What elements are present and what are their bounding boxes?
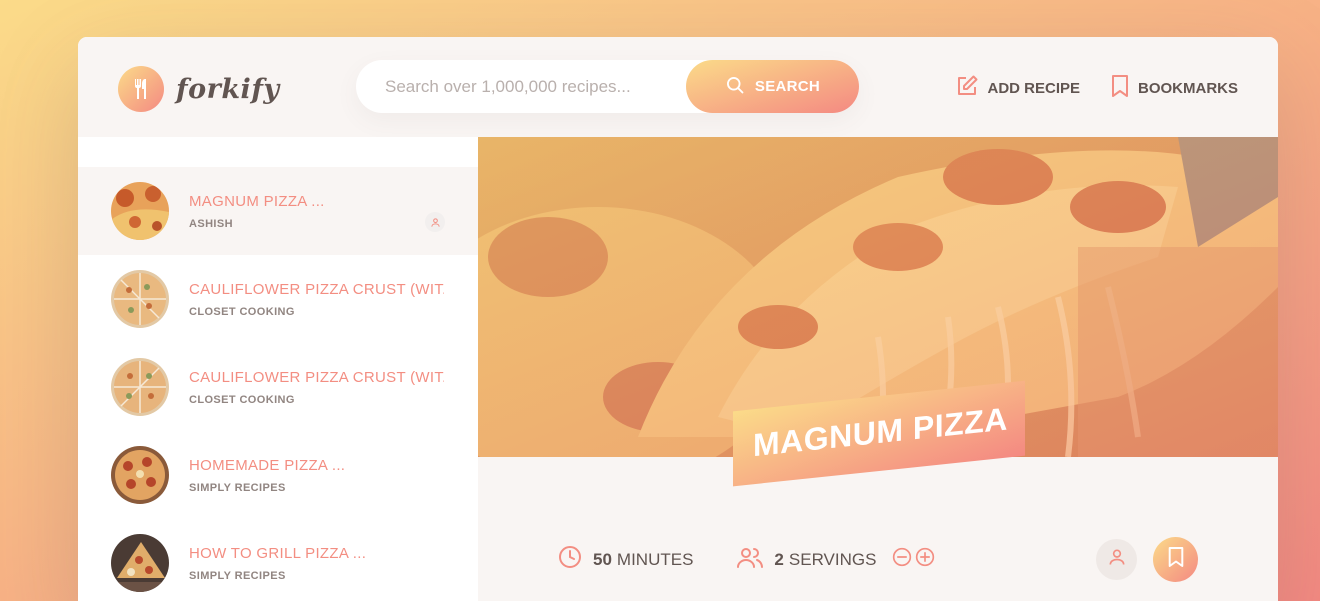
result-publisher: SIMPLY RECIPES — [189, 569, 286, 582]
result-publisher: CLOSET COOKING — [189, 393, 295, 406]
recipe-info-minutes: 50 MINUTES — [558, 545, 693, 574]
logo[interactable]: forkify — [118, 66, 280, 112]
recipe-details: 50 MINUTES 2 SERVINGS — [558, 537, 1198, 582]
recipe-thumbnail — [111, 534, 169, 592]
edit-icon — [955, 74, 979, 102]
app-container: forkify SEARCH ADD RECIPE — [78, 37, 1278, 601]
bookmarks-label: BOOKMARKS — [1138, 79, 1238, 97]
result-publisher: SIMPLY RECIPES — [189, 481, 286, 494]
plus-circle-icon[interactable] — [915, 547, 935, 572]
result-publisher: CLOSET COOKING — [189, 305, 295, 318]
minus-circle-icon[interactable] — [892, 547, 912, 572]
search-button-label: SEARCH — [754, 78, 821, 95]
result-publisher: ASHISH — [189, 217, 233, 230]
logo-text: forkify — [176, 73, 280, 105]
bookmark-icon — [1167, 546, 1185, 573]
search-button[interactable]: SEARCH — [686, 60, 859, 113]
list-item[interactable]: HOMEMADE PIZZA ... SIMPLY RECIPES — [78, 431, 478, 519]
search-icon — [725, 75, 745, 99]
result-title: CAULIFLOWER PIZZA CRUST (WIT... — [189, 368, 444, 386]
search-results: MAGNUM PIZZA ... ASHISH CAULIFLOWER PIZZ… — [78, 137, 478, 601]
user-generated-badge — [1096, 539, 1137, 580]
recipe-info-servings: 2 SERVINGS — [737, 545, 935, 574]
list-item[interactable]: MAGNUM PIZZA ... ASHISH — [78, 167, 478, 255]
search-form: SEARCH — [356, 60, 859, 113]
list-item[interactable]: HOW TO GRILL PIZZA ... SIMPLY RECIPES — [78, 519, 478, 601]
result-title: CAULIFLOWER PIZZA CRUST (WIT... — [189, 280, 444, 298]
result-title: MAGNUM PIZZA ... — [189, 192, 325, 210]
list-item[interactable]: CAULIFLOWER PIZZA CRUST (WIT... CLOSET C… — [78, 343, 478, 431]
add-recipe-label: ADD RECIPE — [987, 79, 1080, 97]
bookmarks-button[interactable]: BOOKMARKS — [1110, 74, 1238, 102]
minutes-label: MINUTES — [616, 549, 694, 569]
result-title: HOMEMADE PIZZA ... — [189, 456, 346, 474]
clock-icon — [558, 545, 582, 574]
fork-knife-icon — [118, 66, 164, 112]
recipe-thumbnail — [111, 358, 169, 416]
users-icon — [737, 545, 764, 574]
header: forkify SEARCH ADD RECIPE — [78, 37, 1278, 137]
recipe-thumbnail — [111, 446, 169, 504]
servings-value: 2 — [774, 549, 784, 569]
minutes-value: 50 — [593, 549, 612, 569]
result-title: HOW TO GRILL PIZZA ... — [189, 544, 367, 562]
search-input[interactable] — [385, 76, 655, 97]
recipe-view: MAGNUM PIZZA 50 MINUTES 2 SERVINGS — [478, 137, 1278, 601]
list-item[interactable]: CAULIFLOWER PIZZA CRUST (WIT... CLOSET C… — [78, 255, 478, 343]
bookmark-icon — [1110, 74, 1130, 102]
bookmark-button[interactable] — [1153, 537, 1198, 582]
servings-label: SERVINGS — [788, 549, 877, 569]
recipe-thumbnail — [111, 182, 169, 240]
user-icon — [425, 212, 445, 232]
recipe-thumbnail — [111, 270, 169, 328]
nav: ADD RECIPE BOOKMARKS — [955, 74, 1238, 102]
add-recipe-button[interactable]: ADD RECIPE — [955, 74, 1080, 102]
user-icon — [1107, 547, 1127, 572]
